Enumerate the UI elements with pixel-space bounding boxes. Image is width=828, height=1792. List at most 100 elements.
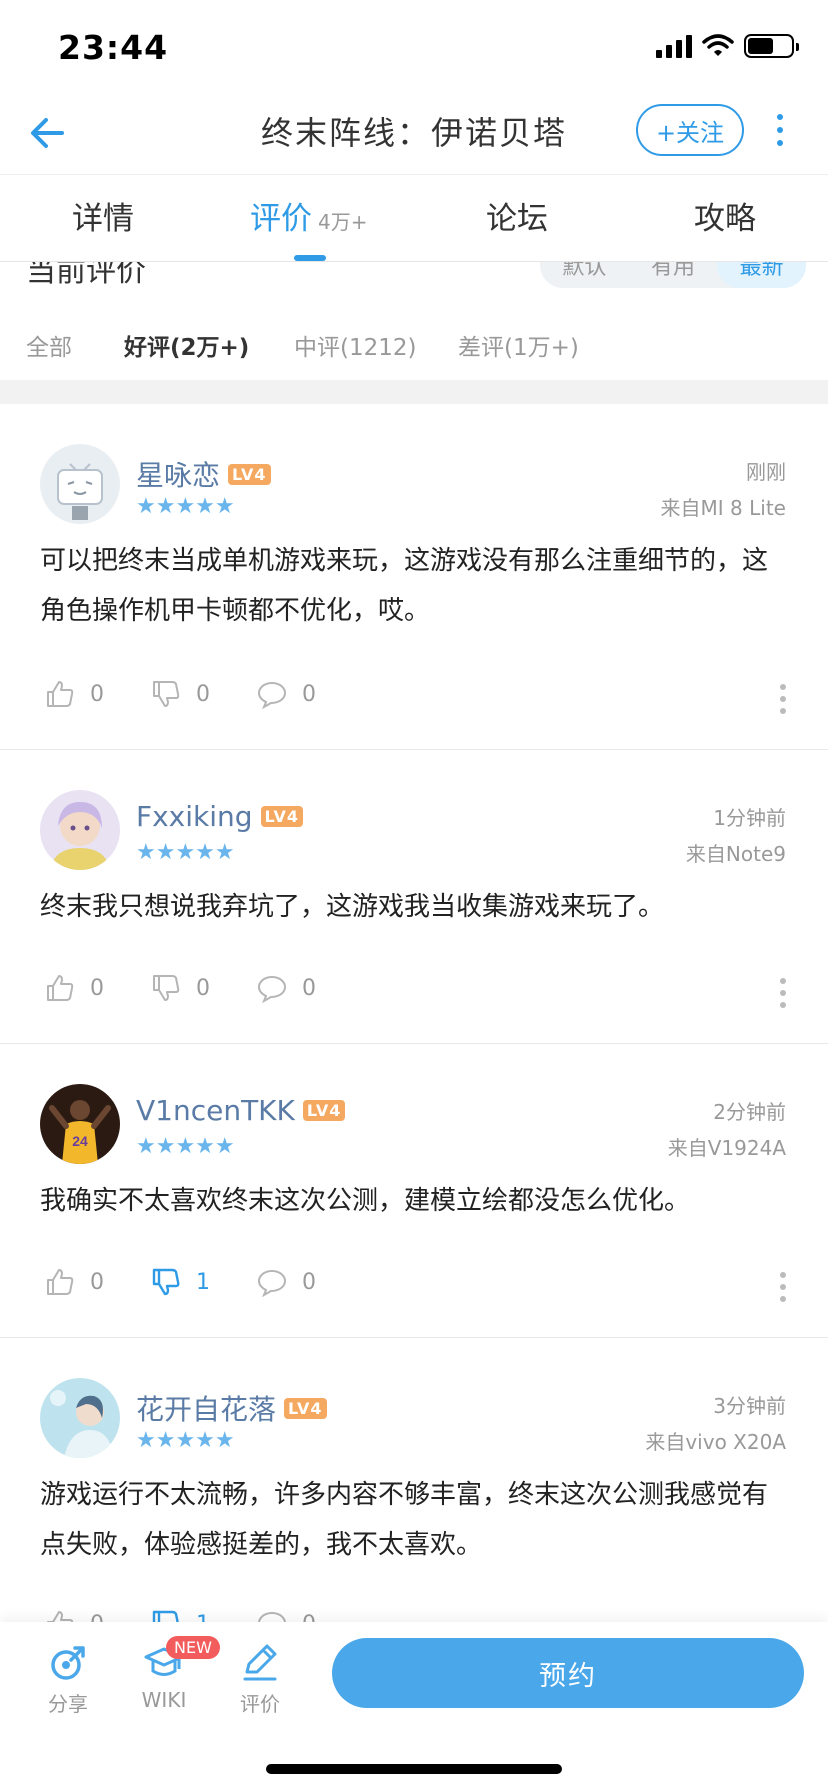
tab-label: 详情: [72, 201, 134, 237]
review-label: 评价: [240, 1692, 280, 1716]
title-bar: 终末阵线：伊诺贝塔 +关注: [0, 96, 828, 176]
review-device: 来自V1924A: [667, 1136, 786, 1160]
username-text: 花开自花落: [136, 1393, 277, 1426]
review-item: 24 V1ncenTKK LV4 ★★★★★ 2分钟前 来自V1924A 我确实不…: [0, 1044, 828, 1338]
review-item: 星咏恋 LV4 ★★★★★ 刚刚 来自MI 8 Lite 可以把终末当成单机游戏来…: [0, 404, 828, 750]
filter-negative[interactable]: 差评(1万+): [458, 328, 579, 362]
tab-bar: 详情 评价 4万+ 论坛 攻略: [0, 174, 828, 262]
sort-option-latest[interactable]: 最新: [717, 262, 807, 288]
level-badge: LV4: [228, 463, 271, 485]
sort-row: 当前评价 默认 有用 最新: [0, 262, 828, 298]
tab-label: 攻略: [694, 201, 756, 237]
username[interactable]: 花开自花落 LV4: [136, 1388, 327, 1428]
more-options-icon[interactable]: [768, 110, 792, 150]
reserve-button[interactable]: 预约: [332, 1638, 804, 1708]
like-button[interactable]: 0: [44, 1266, 104, 1298]
battery-icon: [744, 34, 799, 58]
avatar[interactable]: [40, 444, 120, 524]
review-time: 2分钟前: [713, 1100, 786, 1124]
thumbs-down-icon: [152, 1268, 180, 1296]
comment-button[interactable]: 0: [256, 678, 316, 710]
review-actions: 0 0 0: [44, 972, 362, 1004]
tab-indicator: [294, 255, 326, 261]
review-more-icon[interactable]: [780, 684, 788, 714]
filter-neutral[interactable]: 中评(1212): [294, 328, 416, 362]
dislike-count: 0: [196, 975, 210, 1001]
like-count: 0: [90, 681, 104, 707]
thumbs-up-icon: [47, 681, 74, 707]
tab-details[interactable]: 详情: [72, 193, 134, 238]
filter-all[interactable]: 全部: [26, 328, 72, 362]
tab-label: 评价: [250, 201, 312, 237]
review-more-icon[interactable]: [780, 1272, 788, 1302]
thumbs-down-icon: [153, 681, 180, 707]
filter-positive[interactable]: 好评(2万+): [124, 328, 249, 362]
tab-reviews[interactable]: 评价 4万+: [250, 193, 367, 238]
comment-button[interactable]: 0: [256, 1266, 316, 1298]
level-badge: LV4: [302, 1100, 346, 1121]
dislike-count: 1: [196, 1269, 210, 1295]
status-time: 23:44: [58, 28, 169, 67]
signal-icon: [656, 34, 692, 58]
write-review-button[interactable]: 评价: [220, 1642, 300, 1717]
follow-button[interactable]: +关注: [636, 104, 744, 156]
comment-count: 0: [302, 1269, 316, 1295]
like-count: 0: [90, 975, 104, 1001]
avatar[interactable]: [40, 790, 120, 870]
comment-bubble-icon: [257, 975, 287, 1004]
rating-stars: ★★★★★: [136, 494, 235, 519]
wiki-label: WIKI: [141, 1688, 187, 1712]
wifi-icon: [702, 34, 734, 56]
review-device: 来自Note9: [685, 842, 786, 866]
review-text[interactable]: 游戏运行不太流畅，许多内容不够丰富，终末这次公测我感觉有点失败，体验感挺差的，我…: [40, 1470, 790, 1570]
rating-stars: ★★★★★: [136, 840, 235, 865]
share-icon: [51, 1646, 85, 1680]
username-text: V1ncenTKK: [136, 1094, 295, 1127]
sort-title: 当前评价: [26, 262, 146, 289]
sort-option-default[interactable]: 默认: [540, 262, 629, 281]
tab-guides[interactable]: 攻略: [694, 193, 756, 238]
review-time: 刚刚: [746, 460, 786, 484]
username-text: 星咏恋: [136, 459, 221, 492]
username[interactable]: Fxxiking LV4: [136, 800, 304, 833]
comment-bubble-icon: [257, 1269, 287, 1298]
dislike-count: 0: [196, 681, 210, 707]
review-time: 1分钟前: [713, 806, 786, 830]
username[interactable]: V1ncenTKK LV4: [136, 1094, 346, 1127]
like-button[interactable]: 0: [44, 678, 104, 710]
comment-count: 0: [302, 681, 316, 707]
tab-count: 4万+: [318, 210, 368, 234]
dislike-button[interactable]: 0: [150, 972, 210, 1004]
username[interactable]: 星咏恋 LV4: [136, 454, 271, 494]
home-indicator[interactable]: [266, 1764, 562, 1774]
thumbs-up-icon: [47, 975, 74, 1001]
status-bar: 23:44: [0, 0, 828, 96]
rating-stars: ★★★★★: [136, 1428, 235, 1453]
avatar[interactable]: 24: [40, 1084, 120, 1164]
tab-forum[interactable]: 论坛: [486, 193, 548, 238]
review-text[interactable]: 可以把终末当成单机游戏来玩，这游戏没有那么注重细节的，这角色操作机甲卡顿都不优化…: [40, 536, 790, 636]
new-badge: NEW: [166, 1636, 220, 1659]
review-text[interactable]: 终末我只想说我弃坑了，这游戏我当收集游戏来玩了。: [40, 882, 790, 932]
status-icons: [656, 34, 799, 58]
anime-avatar-icon: [40, 1378, 120, 1458]
share-button[interactable]: 分享: [28, 1642, 108, 1717]
review-text[interactable]: 我确实不太喜欢终末这次公测，建模立绘都没怎么优化。: [40, 1176, 790, 1226]
review-device: 来自vivo X20A: [645, 1430, 786, 1454]
sort-segmented-control: 默认 有用 最新: [540, 262, 807, 288]
review-actions: 0 0 0: [44, 678, 362, 710]
wiki-button[interactable]: WIKI NEW: [124, 1636, 220, 1712]
dislike-button[interactable]: 0: [150, 678, 210, 710]
level-badge: LV4: [284, 1397, 327, 1419]
rating-stars: ★★★★★: [136, 1134, 235, 1159]
avatar[interactable]: [40, 1378, 120, 1458]
comment-button[interactable]: 0: [256, 972, 316, 1004]
review-more-icon[interactable]: [780, 978, 788, 1008]
comment-count: 0: [302, 975, 316, 1001]
thumbs-up-icon: [47, 1269, 74, 1295]
review-device: 来自MI 8 Lite: [660, 496, 786, 520]
sort-option-useful[interactable]: 有用: [629, 262, 718, 281]
like-button[interactable]: 0: [44, 972, 104, 1004]
dislike-button[interactable]: 1: [150, 1266, 210, 1298]
level-badge: LV4: [260, 806, 304, 827]
